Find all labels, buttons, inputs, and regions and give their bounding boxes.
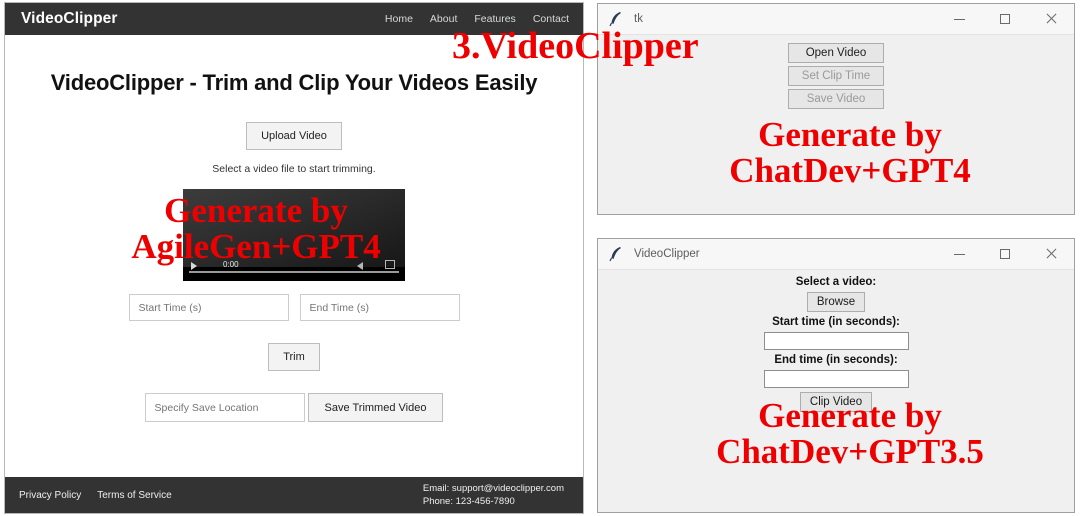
save-video-button[interactable]: Save Video	[788, 89, 884, 109]
video-preview-player[interactable]: 0:00	[183, 189, 405, 281]
save-trimmed-video-button[interactable]: Save Trimmed Video	[307, 393, 444, 422]
tk-top-title: tk	[634, 13, 643, 25]
footer-contact-info: Email: support@videoclipper.com Phone: 1…	[423, 482, 569, 508]
tk-bottom-title: VideoClipper	[634, 248, 700, 260]
tk-top-client-area: Open Video Set Clip Time Save Video	[598, 35, 1074, 214]
play-icon[interactable]	[191, 262, 197, 270]
end-time-entry[interactable]	[763, 370, 909, 388]
minimize-icon[interactable]	[936, 239, 982, 269]
tk-top-button-stack: Open Video Set Clip Time Save Video	[598, 43, 1074, 109]
clip-video-button[interactable]: Clip Video	[799, 392, 873, 412]
tk-top-window-controls	[936, 4, 1074, 34]
volume-icon[interactable]	[357, 262, 363, 270]
footer-email: Email: support@videoclipper.com	[422, 483, 564, 494]
end-time-input[interactable]	[299, 294, 460, 321]
time-input-row	[5, 294, 583, 321]
web-nav-links: Home About Features Contact	[385, 13, 569, 25]
trim-button[interactable]: Trim	[268, 343, 320, 371]
upload-row: Upload Video	[5, 122, 583, 150]
video-progress-bar[interactable]	[189, 271, 399, 273]
web-brand-logo: VideoClipper	[21, 10, 118, 27]
footer-link-privacy-policy[interactable]: Privacy Policy	[19, 490, 81, 501]
select-video-label: Select a video:	[795, 276, 877, 288]
web-navbar: VideoClipper Home About Features Contact	[5, 3, 583, 35]
fullscreen-icon[interactable]	[385, 260, 395, 269]
upload-hint-text: Select a video file to start trimming.	[212, 163, 376, 175]
tk-window-top: tk Open Video Set Clip Time Save Video	[597, 3, 1075, 215]
open-video-button[interactable]: Open Video	[788, 43, 884, 63]
maximize-icon[interactable]	[982, 239, 1028, 269]
web-footer: Privacy Policy Terms of Service Email: s…	[5, 477, 583, 513]
video-timestamp: 0:00	[223, 260, 239, 269]
nav-link-about[interactable]: About	[430, 13, 457, 25]
save-location-input[interactable]	[144, 393, 305, 422]
start-time-label: Start time (in seconds):	[772, 316, 900, 328]
feather-icon	[609, 246, 623, 262]
footer-link-terms-of-service[interactable]: Terms of Service	[97, 490, 171, 501]
set-clip-time-button[interactable]: Set Clip Time	[788, 66, 884, 86]
tk-window-bottom: VideoClipper Select a video: Browse Star…	[597, 238, 1075, 513]
start-time-entry[interactable]	[763, 332, 909, 350]
tk-bottom-titlebar[interactable]: VideoClipper	[598, 239, 1074, 270]
upload-video-button[interactable]: Upload Video	[246, 122, 342, 150]
close-icon[interactable]	[1028, 239, 1074, 269]
nav-link-home[interactable]: Home	[385, 13, 413, 25]
tk-bottom-form: Select a video: Browse Start time (in se…	[598, 276, 1074, 412]
start-time-input[interactable]	[128, 294, 289, 321]
tk-bottom-client-area: Select a video: Browse Start time (in se…	[598, 270, 1074, 512]
browse-button[interactable]: Browse	[806, 292, 866, 312]
web-main-content: VideoClipper - Trim and Clip Your Videos…	[5, 35, 583, 478]
trim-row: Trim	[5, 343, 583, 371]
tk-bottom-window-controls	[936, 239, 1074, 269]
footer-phone: Phone: 123-456-7890	[422, 496, 515, 507]
close-icon[interactable]	[1028, 4, 1074, 34]
maximize-icon[interactable]	[982, 4, 1028, 34]
nav-link-contact[interactable]: Contact	[533, 13, 569, 25]
minimize-icon[interactable]	[936, 4, 982, 34]
nav-link-features[interactable]: Features	[474, 13, 515, 25]
feather-icon	[609, 11, 623, 27]
video-controls-bar[interactable]: 0:00	[183, 253, 405, 275]
tk-top-titlebar[interactable]: tk	[598, 4, 1074, 35]
page-title: VideoClipper - Trim and Clip Your Videos…	[50, 70, 538, 95]
web-app-panel: VideoClipper Home About Features Contact…	[4, 2, 584, 514]
save-row: Save Trimmed Video	[5, 393, 583, 422]
end-time-label: End time (in seconds):	[774, 354, 898, 366]
